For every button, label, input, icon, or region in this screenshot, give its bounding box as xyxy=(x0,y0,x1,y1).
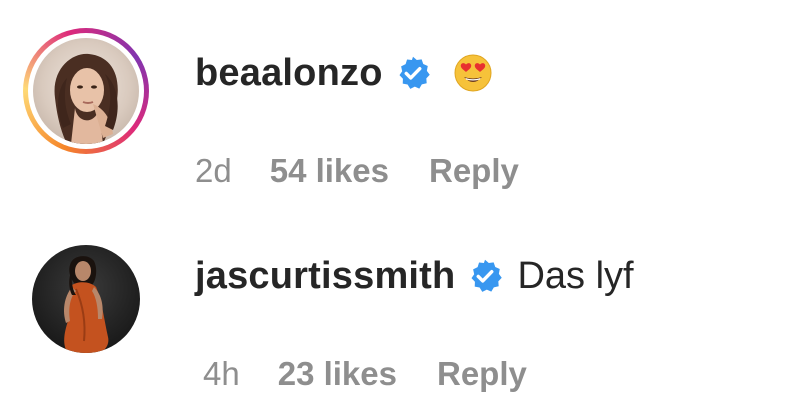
comment-meta: 4h 23 likes Reply xyxy=(195,355,527,393)
avatar-image xyxy=(64,256,109,353)
reply-button[interactable]: Reply xyxy=(437,355,527,393)
avatar-wrapper[interactable] xyxy=(32,245,140,353)
comment-timestamp[interactable]: 4h xyxy=(203,355,240,393)
comment: jascurtissmith Das lyf 4h 23 likes Reply xyxy=(0,215,800,402)
verified-badge-icon xyxy=(467,258,503,294)
comment: beaalonzo 2d 54 likes Reply xyxy=(0,0,800,215)
reply-button[interactable]: Reply xyxy=(429,152,519,190)
avatar-image xyxy=(54,53,118,144)
avatar[interactable] xyxy=(33,38,139,144)
comment-meta: 2d 54 likes Reply xyxy=(195,152,519,190)
comment-line: jascurtissmith Das lyf xyxy=(195,251,634,301)
heart-eyes-emoji-icon xyxy=(453,53,493,93)
comment-text: Das lyf xyxy=(517,254,634,297)
avatar-story-ring[interactable] xyxy=(23,28,149,154)
username-link[interactable]: beaalonzo xyxy=(195,52,383,95)
avatar[interactable] xyxy=(32,245,140,353)
username-link[interactable]: jascurtissmith xyxy=(195,255,455,298)
comment-line: beaalonzo xyxy=(195,48,493,98)
likes-count-button[interactable]: 54 likes xyxy=(270,152,389,190)
comment-timestamp[interactable]: 2d xyxy=(195,152,232,190)
verified-badge-icon xyxy=(395,55,431,91)
likes-count-button[interactable]: 23 likes xyxy=(278,355,397,393)
